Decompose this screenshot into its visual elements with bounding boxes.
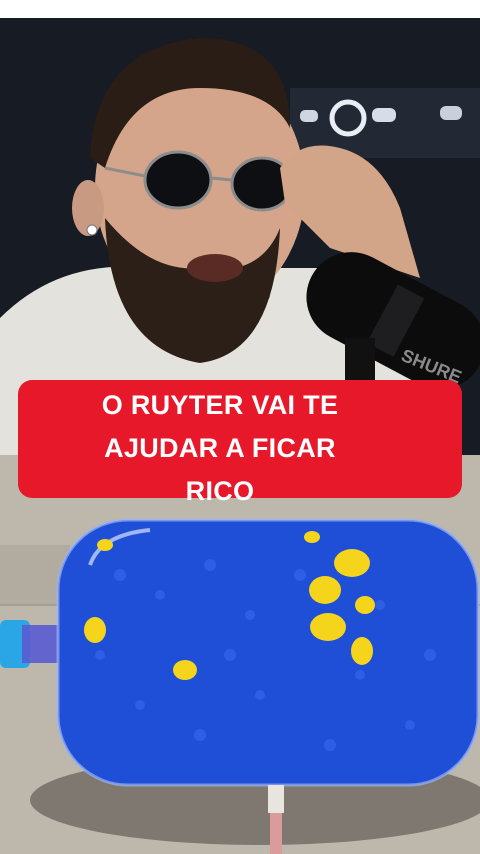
caption-line-2: AJUDAR A FICAR — [104, 433, 336, 463]
caption-line-3: RICO — [185, 476, 255, 506]
bottle-scene-illustration — [0, 455, 480, 854]
caption-text: O RUYTER VAI TE AJUDAR A FICAR RICO — [20, 384, 420, 513]
top-bar — [0, 0, 480, 18]
video-frame-bottle — [0, 455, 480, 854]
caption-line-1: O RUYTER VAI TE — [101, 390, 339, 420]
